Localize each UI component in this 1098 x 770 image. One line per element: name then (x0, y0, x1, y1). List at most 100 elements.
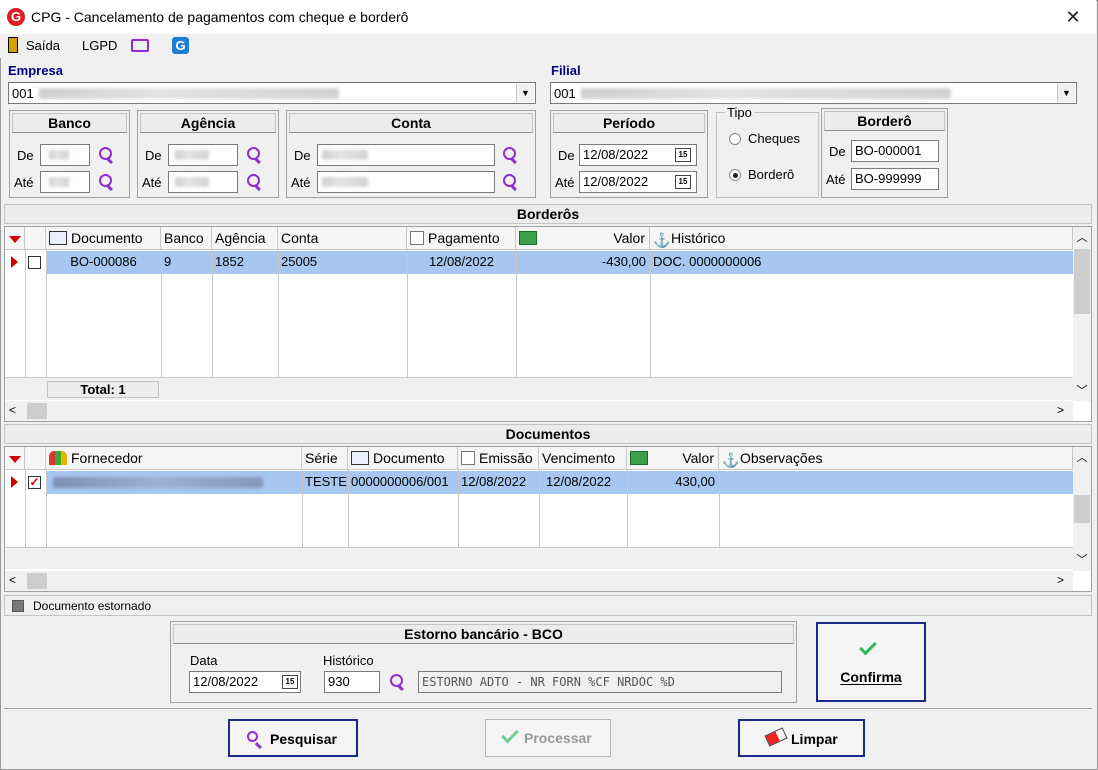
menu-lgpd[interactable]: LGPD (82, 38, 117, 53)
scroll-up-icon[interactable]: ︿ (1073, 229, 1091, 245)
confirm-button[interactable]: Confirma (816, 622, 926, 702)
borderos-section-title: Borderôs (4, 204, 1092, 224)
agencia-de-input[interactable] (168, 144, 238, 166)
vertical-scrollbar[interactable]: ︿ ﹀ (1073, 227, 1091, 401)
search-icon[interactable] (97, 173, 115, 191)
title-bar: G CPG - Cancelamento de pagamentos com c… (0, 0, 1096, 34)
clear-button[interactable]: Limpar (738, 719, 865, 757)
scroll-thumb[interactable] (27, 403, 47, 419)
scroll-right-icon[interactable]: > (1057, 403, 1064, 417)
check-icon (859, 637, 877, 656)
col-conta[interactable]: Conta (278, 227, 407, 250)
chevron-down-icon[interactable]: ▼ (516, 84, 534, 102)
col-banco[interactable]: Banco (161, 227, 212, 250)
conta-title: Conta (289, 113, 533, 133)
bordero-ate-label: Até (826, 172, 846, 187)
col-vencimento[interactable]: Vencimento (539, 447, 627, 470)
search-icon[interactable] (97, 146, 115, 164)
search-button[interactable]: Pesquisar (228, 719, 358, 757)
sort-indicator-icon[interactable] (5, 447, 25, 470)
exit-icon[interactable] (8, 37, 18, 53)
tipo-bordero-label[interactable]: Borderô (748, 167, 794, 182)
col-agencia[interactable]: Agência (212, 227, 278, 250)
col-valor[interactable]: Valor (627, 447, 719, 470)
scroll-thumb[interactable] (27, 573, 47, 589)
process-button[interactable]: Processar (485, 719, 611, 757)
scroll-thumb[interactable] (1074, 249, 1090, 314)
app-g-icon[interactable]: G (172, 37, 189, 54)
vertical-scrollbar[interactable]: ︿ ﹀ (1073, 447, 1091, 571)
calendar-icon[interactable]: 15 (675, 175, 691, 189)
empresa-name-redacted (39, 88, 339, 99)
document-icon (49, 231, 67, 245)
periodo-ate-label: Até (555, 175, 575, 190)
filial-select[interactable]: 001 ▼ (550, 82, 1077, 104)
tipo-cheques-label[interactable]: Cheques (748, 131, 800, 146)
legend-label: Documento estornado (33, 599, 152, 613)
scroll-down-icon[interactable]: ﹀ (1073, 382, 1091, 398)
calendar-icon[interactable]: 15 (282, 675, 298, 689)
total-row: Total: 1 (5, 377, 1073, 400)
empresa-select[interactable]: 001 ▼ (8, 82, 536, 104)
col-historico[interactable]: ⚓Histórico (650, 227, 1073, 250)
window-title: CPG - Cancelamento de pagamentos com che… (31, 9, 409, 25)
banco-de-label: De (17, 148, 34, 163)
col-documento[interactable]: Documento (348, 447, 458, 470)
search-icon[interactable] (388, 673, 406, 691)
sort-indicator-icon[interactable] (5, 227, 25, 250)
borderos-grid: Documento Banco Agência Conta Pagamento … (4, 226, 1092, 422)
estorno-group: Estorno bancário - BCO Data 12/08/2022 1… (170, 621, 797, 703)
conta-ate-input[interactable] (317, 171, 495, 193)
banco-de-input[interactable] (40, 144, 90, 166)
bordero-de-input[interactable]: BO-000001 (851, 140, 939, 162)
scroll-thumb[interactable] (1074, 495, 1090, 523)
legend-swatch (12, 600, 24, 612)
search-icon[interactable] (501, 173, 519, 191)
col-emissao[interactable]: Emissão (458, 447, 539, 470)
row-checkbox[interactable] (28, 256, 41, 269)
periodo-de-label: De (558, 148, 575, 163)
col-pagamento[interactable]: Pagamento (407, 227, 516, 250)
menu-saida[interactable]: Saída (26, 38, 60, 53)
close-icon[interactable]: ✕ (1058, 3, 1088, 31)
cell-conta: 25005 (281, 254, 318, 269)
cell-fornecedor-redacted (53, 477, 263, 488)
row-checkbox-checked[interactable]: ✓ (28, 476, 41, 489)
scroll-right-icon[interactable]: > (1057, 573, 1064, 587)
col-observacoes[interactable]: ⚓Observações (719, 447, 1073, 470)
scroll-left-icon[interactable]: < (9, 403, 16, 417)
cell-banco: 9 (164, 254, 172, 269)
horizontal-scrollbar[interactable]: < > (5, 401, 1073, 421)
estorno-historico-code[interactable]: 930 (324, 671, 380, 693)
anchor-icon: ⚓ (653, 232, 671, 248)
bordero-ate-input[interactable]: BO-999999 (851, 168, 939, 190)
search-icon[interactable] (245, 173, 263, 191)
estorno-data-value: 12/08/2022 (193, 674, 259, 689)
estorno-data-label: Data (190, 653, 218, 668)
calendar-icon[interactable]: 15 (675, 148, 691, 162)
col-documento[interactable]: Documento (46, 227, 161, 250)
periodo-group: Período De 12/08/2022 15 Até 12/08/2022 … (550, 110, 708, 198)
tipo-cheques-radio[interactable] (729, 133, 741, 145)
monitor-icon[interactable] (131, 39, 149, 52)
scroll-down-icon[interactable]: ﹀ (1073, 551, 1091, 567)
horizontal-scrollbar[interactable]: < > (5, 571, 1073, 591)
scroll-up-icon[interactable]: ︿ (1073, 449, 1091, 465)
cell-valor: -430,00 (601, 254, 646, 269)
chevron-down-icon[interactable]: ▼ (1057, 84, 1075, 102)
scroll-left-icon[interactable]: < (9, 573, 16, 587)
select-column-header (25, 447, 46, 470)
agencia-ate-label: Até (142, 175, 162, 190)
table-row[interactable]: BO-000086 9 1852 25005 12/08/2022 -430,0… (5, 251, 1073, 274)
tipo-bordero-radio[interactable] (729, 169, 741, 181)
banco-ate-label: Até (14, 175, 34, 190)
search-icon[interactable] (501, 146, 519, 164)
col-valor[interactable]: Valor (516, 227, 650, 250)
bordero-ate-value: BO-999999 (855, 171, 922, 186)
banco-ate-input[interactable] (40, 171, 90, 193)
conta-de-input[interactable] (317, 144, 495, 166)
agencia-ate-input[interactable] (168, 171, 238, 193)
col-fornecedor[interactable]: Fornecedor (46, 447, 302, 470)
col-serie[interactable]: Série (302, 447, 348, 470)
search-icon[interactable] (245, 146, 263, 164)
